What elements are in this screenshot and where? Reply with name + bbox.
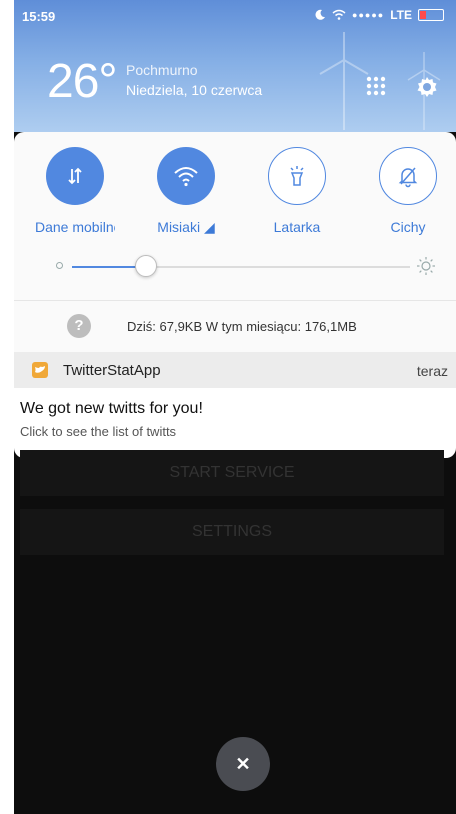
mobile-data-icon: [68, 167, 82, 185]
divider: [14, 300, 456, 301]
battery-icon: [418, 9, 444, 21]
quick-settings-panel: Dane mobilne Misiaki ◢ Latarka Cichy ? D…: [14, 132, 456, 352]
tile-label-silent: Cichy: [390, 219, 426, 235]
brightness-thumb[interactable]: [135, 255, 158, 277]
status-time: 15:59: [22, 9, 56, 24]
data-usage-text: Dziś: 67,9KB W tym miesiącu: 176,1MB: [127, 319, 357, 334]
moon-icon: [315, 9, 326, 20]
network-type: LTE: [390, 8, 412, 22]
data-usage-row[interactable]: ? Dziś: 67,9KB W tym miesiącu: 176,1MB: [14, 310, 456, 344]
grid-icon[interactable]: [365, 75, 387, 97]
notification-header[interactable]: TwitterStatApp teraz: [14, 352, 456, 388]
weather-date: Niedziela, 10 czerwca: [126, 82, 263, 98]
wifi-status-icon: [332, 9, 346, 20]
tile-silent[interactable]: Cichy: [368, 147, 448, 235]
weather-condition: Pochmurno: [126, 62, 198, 78]
brightness-low-icon: [56, 262, 63, 269]
notification-text: Click to see the list of twitts: [20, 424, 177, 439]
signal-dots: ●●●●●: [352, 10, 385, 20]
mobile-data-toggle[interactable]: [46, 147, 104, 205]
silent-icon: [398, 167, 418, 188]
notification-app-name: TwitterStatApp: [63, 362, 161, 379]
silent-toggle[interactable]: [379, 147, 437, 205]
weather-header: 15:59 ●●●●● LTE 26° Pochmurno Niedziela,…: [14, 0, 456, 132]
tile-flashlight[interactable]: Latarka: [257, 147, 337, 235]
notification-body[interactable]: We got new twitts for you! Click to see …: [14, 388, 456, 458]
phone-screen: 15:59 ●●●●● LTE 26° Pochmurno Niedziela,…: [14, 0, 456, 814]
flashlight-toggle[interactable]: [268, 147, 326, 205]
flashlight-icon: [290, 166, 304, 186]
tile-label-wifi: Misiaki ◢: [157, 219, 215, 235]
tile-mobile-data[interactable]: Dane mobilne: [35, 147, 115, 235]
close-button[interactable]: ✕: [216, 737, 270, 791]
brightness-slider[interactable]: [54, 254, 435, 280]
wifi-toggle[interactable]: [157, 147, 215, 205]
start-service-button[interactable]: START SERVICE: [20, 450, 444, 496]
notification-title: We got new twitts for you!: [20, 400, 203, 417]
gear-icon[interactable]: [415, 75, 439, 99]
close-icon: ✕: [235, 753, 251, 774]
temperature: 26°: [47, 55, 118, 108]
status-icons: ●●●●● LTE: [314, 8, 444, 22]
help-icon[interactable]: ?: [67, 314, 91, 338]
brightness-high-icon: [417, 257, 435, 275]
tile-label-flashlight: Latarka: [273, 219, 321, 235]
settings-button[interactable]: SETTINGS: [20, 509, 444, 555]
notification-time: teraz: [416, 363, 448, 379]
tile-label-mobile-data: Dane mobilne: [35, 219, 115, 235]
app-icon: [32, 362, 48, 378]
tile-wifi[interactable]: Misiaki ◢: [146, 147, 226, 236]
status-bar: 15:59 ●●●●● LTE: [14, 0, 456, 30]
bird-icon: [35, 366, 45, 373]
wifi-icon: [174, 167, 198, 187]
